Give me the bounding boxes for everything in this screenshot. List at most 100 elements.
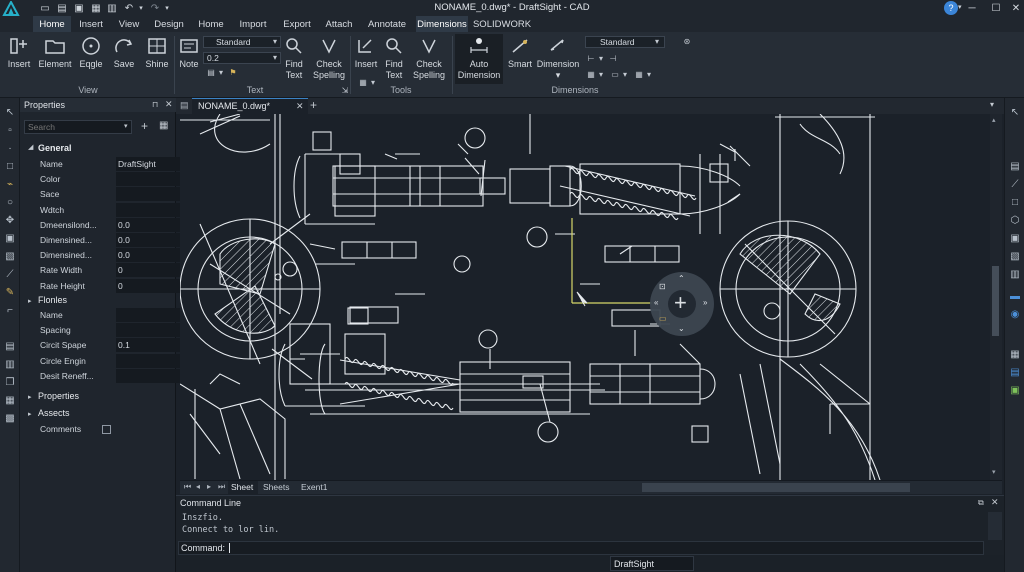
zoom-extents-icon[interactable]: ⊡ (659, 282, 666, 291)
check-spelling-button[interactable]: Check Spelling (310, 36, 348, 81)
search-dropdown-icon[interactable]: ▾ (124, 122, 128, 130)
sheet-next-icon[interactable]: ▸ (207, 482, 211, 491)
command-input[interactable]: Command: (178, 541, 984, 555)
general-prop-value[interactable] (116, 187, 180, 202)
navigation-wheel[interactable]: + ⌃ ⌄ « » ⊡ ▭ (650, 272, 714, 336)
command-close-icon[interactable]: ✕ (991, 497, 999, 508)
properties-tool-icon[interactable]: ▥ (3, 358, 17, 372)
select-arrow-icon[interactable]: ↖ (3, 106, 17, 120)
vertical-scrollbar[interactable]: ▴ ▾ (990, 114, 1002, 480)
general-prop-value[interactable]: 0.0 (116, 248, 180, 263)
check-spelling-2-button[interactable]: Check Spelling (410, 36, 448, 81)
general-prop-value[interactable]: DraftSight (116, 157, 180, 171)
general-prop-value[interactable] (116, 202, 180, 217)
command-scrollbar[interactable] (988, 512, 1002, 540)
match-properties-icon[interactable]: ⚑ (228, 68, 238, 78)
general-collapse-icon[interactable]: ◢ (28, 143, 33, 151)
general-prop-value[interactable]: 0.0 (116, 233, 180, 247)
save-button[interactable]: Save (110, 36, 138, 70)
scroll-up-icon[interactable]: ▴ (992, 116, 996, 124)
section-assects[interactable]: Assects (38, 406, 70, 421)
doc-tab-noname[interactable]: NONAME_0.dwg* ✕ (192, 98, 308, 114)
panel-close-icon[interactable]: ✕ (165, 99, 173, 110)
dim-tool-2-icon[interactable]: ⊣ (608, 54, 618, 64)
sheet-tab-sheet[interactable]: Sheet (228, 481, 258, 494)
array-tool-icon[interactable]: ▩ (3, 412, 17, 426)
text-format-icon[interactable]: ▤ (206, 68, 216, 78)
general-prop-value[interactable] (116, 172, 180, 187)
move-tool-icon[interactable]: ✥ (3, 214, 17, 228)
dim-tool-5-dropdown-icon[interactable]: ▾ (644, 70, 654, 80)
tool-options-dropdown-icon[interactable]: ▾ (368, 78, 378, 88)
tab-export[interactable]: Export (279, 16, 315, 32)
general-prop-value[interactable]: 0.0 (116, 217, 180, 232)
tab-insert[interactable]: Insert (74, 16, 108, 32)
command-float-icon[interactable]: ⧉ (978, 498, 984, 508)
chart-icon[interactable]: ▤ (1008, 366, 1022, 380)
block-icon[interactable]: ▣ (1008, 232, 1022, 246)
add-icon[interactable]: + (141, 119, 148, 133)
line-icon[interactable]: ⟋ (1008, 178, 1022, 192)
mirror-tool-icon[interactable]: ▦ (3, 394, 17, 408)
binoculars-icon[interactable]: ⊛ (682, 37, 692, 47)
copy-tool-icon[interactable]: ❐ (3, 376, 17, 390)
flonles-prop-value[interactable] (116, 308, 180, 322)
nav-down-icon[interactable]: ⌄ (678, 324, 685, 333)
square-icon[interactable]: □ (1008, 196, 1022, 210)
tab-solidwork[interactable]: SOLIDWORK (472, 16, 532, 32)
rectangle-tool-icon[interactable]: □ (3, 160, 17, 174)
assects-expand-icon[interactable]: ▸ (28, 410, 32, 418)
note-button[interactable]: Note (176, 36, 202, 70)
table-icon[interactable]: ▦ (1008, 348, 1022, 362)
nav-up-icon[interactable]: ⌃ (678, 274, 685, 283)
sheet-prev-icon[interactable]: ◂ (196, 482, 200, 491)
sheet-icon[interactable]: ▣ (1008, 384, 1022, 398)
dimension-button[interactable]: Dimension ▾ (536, 36, 580, 81)
doc-tab-close-icon[interactable]: ✕ (296, 99, 304, 114)
text-format-dropdown-icon[interactable]: ▾ (216, 68, 226, 78)
find-text-button[interactable]: Find Text (282, 36, 306, 81)
status-app-label[interactable]: DraftSight (610, 556, 694, 571)
polyline-tool-icon[interactable]: ⌁ (3, 178, 17, 192)
help-icon[interactable]: ? (944, 1, 958, 15)
tab-view[interactable]: View (114, 16, 144, 32)
flonles-prop-value[interactable] (116, 353, 180, 368)
tab-scroll-icon[interactable]: ▤ (180, 100, 189, 111)
tool-options-icon[interactable]: ▦ (358, 78, 368, 88)
flonles-prop-value[interactable]: 0.1 (116, 338, 180, 353)
trim-tool-icon[interactable]: ⌐ (3, 304, 17, 318)
block-tool-icon[interactable]: ▣ (3, 232, 17, 246)
globe-icon[interactable]: ◉ (1008, 308, 1022, 322)
tab-dimensions[interactable]: Dimensions (416, 16, 468, 32)
element-button[interactable]: Element (35, 36, 75, 70)
dim-tool-3-icon[interactable]: ▦ (586, 70, 596, 80)
tab-home-2[interactable]: Home (193, 16, 229, 32)
text-group-launcher-icon[interactable]: ⇲ (340, 86, 350, 96)
dim-tool-4-dropdown-icon[interactable]: ▾ (620, 70, 630, 80)
tab-list-dropdown-icon[interactable]: ▾ (990, 100, 994, 109)
nav-left-icon[interactable]: « (654, 298, 658, 307)
sheet-last-icon[interactable]: ⏭ (218, 482, 225, 492)
dim-tool-4-icon[interactable]: ▭ (610, 70, 620, 80)
insert-tool-button[interactable]: Insert (352, 36, 380, 70)
close-button[interactable]: ✕ (1004, 0, 1024, 16)
layer-list-icon[interactable]: ▤ (1008, 160, 1022, 174)
new-tab-icon[interactable]: + (310, 98, 317, 112)
hatch-tool-icon[interactable]: ▧ (3, 250, 17, 264)
sheet-first-icon[interactable]: ⏮ (184, 482, 191, 492)
section-properties[interactable]: Properties (38, 389, 79, 404)
tab-home[interactable]: Home (33, 16, 71, 32)
circle-tool-icon[interactable]: ○ (3, 196, 17, 210)
comments-checkbox[interactable] (102, 425, 111, 434)
dim-tool-5-icon[interactable]: ▦ (634, 70, 644, 80)
section-flonles[interactable]: Flonles (38, 293, 67, 308)
select-icon[interactable]: ↖ (1008, 106, 1022, 120)
section-general[interactable]: General (38, 141, 72, 156)
smart-dimension-button[interactable]: Smart (506, 36, 534, 70)
tab-annotate[interactable]: Annotate (363, 16, 411, 32)
shine-button[interactable]: Shine (142, 36, 172, 70)
tab-design[interactable]: Design (149, 16, 189, 32)
find-text-2-button[interactable]: Find Text (382, 36, 406, 81)
offset-tool-icon[interactable]: ⟋ (3, 268, 17, 282)
dim-tool-1-dropdown-icon[interactable]: ▾ (596, 54, 606, 64)
